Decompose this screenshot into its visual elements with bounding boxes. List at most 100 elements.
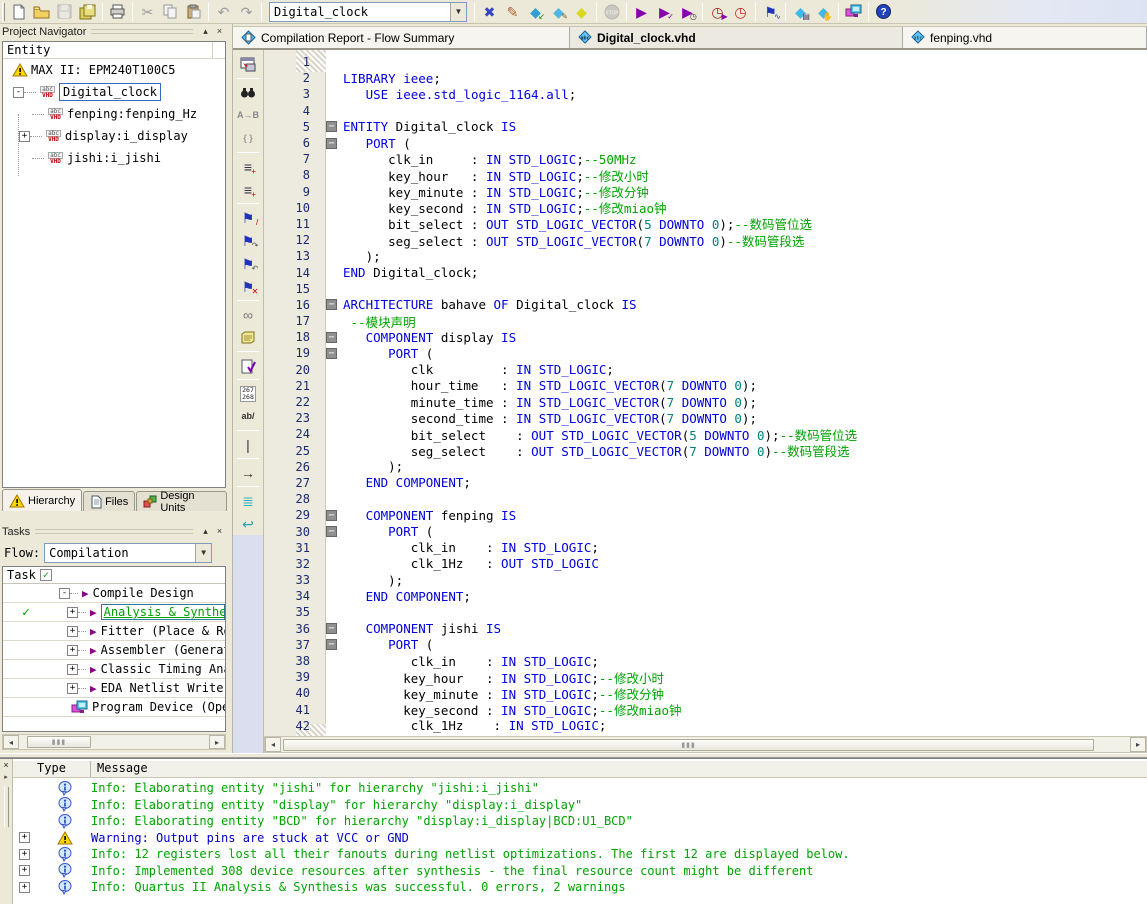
message-row[interactable]: Info: Elaborating entity "BCD" for hiera… [13,813,1147,829]
code-line-17[interactable]: 17 --模块声明 [264,313,1147,329]
copy-icon[interactable] [159,1,182,22]
analyze-syntax-icon[interactable] [236,354,260,377]
revert-icon[interactable]: ↩ [236,512,260,535]
indent-guides-icon[interactable]: ≣ [236,489,260,512]
settings-icon[interactable]: ✖ [478,1,501,22]
code-line-16[interactable]: 16−ARCHITECTURE bahave OF Digital_clock … [264,297,1147,313]
project-combobox[interactable]: Digital_clock ▼ [269,2,467,22]
expand-icon[interactable]: + [19,131,30,142]
code-line-26[interactable]: 26 ); [264,459,1147,475]
code-line-30[interactable]: 30− PORT ( [264,523,1147,539]
fold-collapse-icon[interactable]: − [326,526,337,537]
code-line-5[interactable]: 5−ENTITY Digital_clock IS [264,119,1147,135]
help-icon[interactable]: ? [872,1,895,22]
code-line-24[interactable]: 24 bit_select : OUT STD_LOGIC_VECTOR(5 D… [264,426,1147,442]
clear-bookmarks-icon[interactable]: ⚑✕ [236,275,260,298]
tree-item-display-i-display[interactable]: +abcVHDdisplay:i_display [3,125,225,147]
find-icon[interactable] [236,81,260,104]
expand-arrow-icon[interactable]: ▸ [4,773,8,781]
toolbar-grip[interactable] [2,3,5,21]
code-line-10[interactable]: 10 key_second : IN STD_LOGIC;--修改miao钟 [264,200,1147,216]
code-line-15[interactable]: 15 [264,281,1147,297]
fold-collapse-icon[interactable]: − [326,299,337,310]
collapse-panel-icon[interactable]: ▴ [199,526,212,538]
print-icon[interactable] [106,1,129,22]
code-line-27[interactable]: 27 END COMPONENT; [264,475,1147,491]
comment-text-icon[interactable]: ab/ [236,405,260,428]
task-row-analysis-synthesi[interactable]: ✓+▶Analysis & Synthesi [3,603,225,622]
tree-item-max-ii-epm240t100c5[interactable]: MAX II: EPM240T100C5 [3,59,225,81]
undo-icon[interactable]: ↶ [212,1,235,22]
cut-icon[interactable]: ✂ [136,1,159,22]
code-line-20[interactable]: 20 clk : IN STD_LOGIC; [264,362,1147,378]
programmer-icon[interactable] [842,1,865,22]
code-line-25[interactable]: 25 seg_select : OUT STD_LOGIC_VECTOR(7 D… [264,443,1147,459]
start-timequest-icon[interactable]: ◷▶ [706,1,729,22]
code-line-32[interactable]: 32 clk_1Hz : OUT STD_LOGIC [264,556,1147,572]
classic-timing-analyzer-icon[interactable]: ◷ [729,1,752,22]
code-line-33[interactable]: 33 ); [264,572,1147,588]
new-file-icon[interactable] [7,1,30,22]
expand-icon[interactable]: + [19,832,30,843]
close-panel-icon[interactable]: × [213,26,226,38]
message-row[interactable]: Info: Elaborating entity "jishi" for hie… [13,780,1147,796]
code-line-9[interactable]: 9 key_minute : IN STD_LOGIC;--修改分钟 [264,184,1147,200]
message-row[interactable]: +Info: 12 registers lost all their fanou… [13,846,1147,862]
tab-hierarchy[interactable]: Hierarchy [2,489,82,511]
fold-collapse-icon[interactable]: − [326,348,337,359]
code-line-8[interactable]: 8 key_hour : IN STD_LOGIC;--修改小时 [264,167,1147,183]
tree-item-digital-clock[interactable]: -abcVHDDigital_clock [3,81,225,103]
fold-collapse-icon[interactable]: − [326,510,337,521]
message-row[interactable]: Info: Elaborating entity "display" for h… [13,797,1147,813]
code-line-19[interactable]: 19− PORT ( [264,345,1147,361]
task-row-compile-design[interactable]: -▶Compile Design [3,584,225,603]
expand-icon[interactable]: + [67,664,78,675]
task-row-classic-timing-anal[interactable]: +▶Classic Timing Anal [3,660,225,679]
code-line-31[interactable]: 31 clk_in : IN STD_LOGIC; [264,540,1147,556]
flow-combobox[interactable]: Compilation ▼ [44,543,212,563]
line-count-indicator[interactable]: 267268 [236,382,260,405]
save-icon[interactable] [53,1,76,22]
increase-indent-icon[interactable]: ≡+ [236,155,260,178]
rtl-viewer-icon[interactable]: ◆▤ [789,1,812,22]
code-line-11[interactable]: 11 bit_select : OUT STD_LOGIC_VECTOR(5 D… [264,216,1147,232]
open-script-icon[interactable] [236,326,260,349]
chip-planner-icon[interactable]: ◆ [570,1,593,22]
assignment-editor-icon[interactable]: ✎ [501,1,524,22]
tasks-horizontal-scrollbar[interactable]: ◂ ▮▮▮ ▸ [2,734,226,750]
close-panel-icon[interactable]: × [213,526,226,538]
timing-closure-floorplan-icon[interactable]: ◆✎ [547,1,570,22]
scroll-right-icon[interactable]: ▸ [1130,737,1146,752]
message-row[interactable]: +Info: Quartus II Analysis & Synthesis w… [13,879,1147,895]
column-edit-icon[interactable]: | [236,433,260,456]
code-line-21[interactable]: 21 hour_time : IN STD_LOGIC_VECTOR(7 DOW… [264,378,1147,394]
code-line-40[interactable]: 40 key_minute : IN STD_LOGIC;--修改分钟 [264,685,1147,701]
code-line-41[interactable]: 41 key_second : IN STD_LOGIC;--修改miao钟 [264,702,1147,718]
goto-line-icon[interactable]: → [236,461,260,484]
expand-icon[interactable]: + [19,865,30,876]
code-line-28[interactable]: 28 [264,491,1147,507]
editor-tab-digital-clock-vhd[interactable]: abcDigital_clock.vhd [570,27,903,48]
paste-icon[interactable] [182,1,205,22]
expand-icon[interactable]: + [67,645,78,656]
fold-collapse-icon[interactable]: − [326,623,337,634]
decrease-indent-icon[interactable]: ≡+ [236,178,260,201]
expand-icon[interactable]: + [67,607,78,618]
collapse-icon[interactable]: - [59,588,70,599]
type-column-header[interactable]: Type [13,761,91,777]
start-compilation-icon[interactable]: ▶ [630,1,653,22]
fold-collapse-icon[interactable]: − [326,121,337,132]
code-line-37[interactable]: 37− PORT ( [264,637,1147,653]
tab-design-units[interactable]: Design Units [136,491,227,511]
fold-collapse-icon[interactable]: − [326,332,337,343]
start-fitter-icon[interactable]: ▶◷ [676,1,699,22]
insert-bookmark-icon[interactable]: ⚑/ [236,206,260,229]
pin-planner-icon[interactable]: ◆↙ [524,1,547,22]
attach-file-icon[interactable]: ∞ [236,303,260,326]
code-editor[interactable]: 12LIBRARY ieee;3 USE ieee.std_logic_1164… [264,50,1147,736]
code-line-39[interactable]: 39 key_hour : IN STD_LOGIC;--修改小时 [264,669,1147,685]
scroll-right-icon[interactable]: ▸ [209,735,225,749]
code-line-12[interactable]: 12 seg_select : OUT STD_LOGIC_VECTOR(7 D… [264,232,1147,248]
code-line-7[interactable]: 7 clk_in : IN STD_LOGIC;--50MHz [264,151,1147,167]
code-line-29[interactable]: 29− COMPONENT fenping IS [264,507,1147,523]
